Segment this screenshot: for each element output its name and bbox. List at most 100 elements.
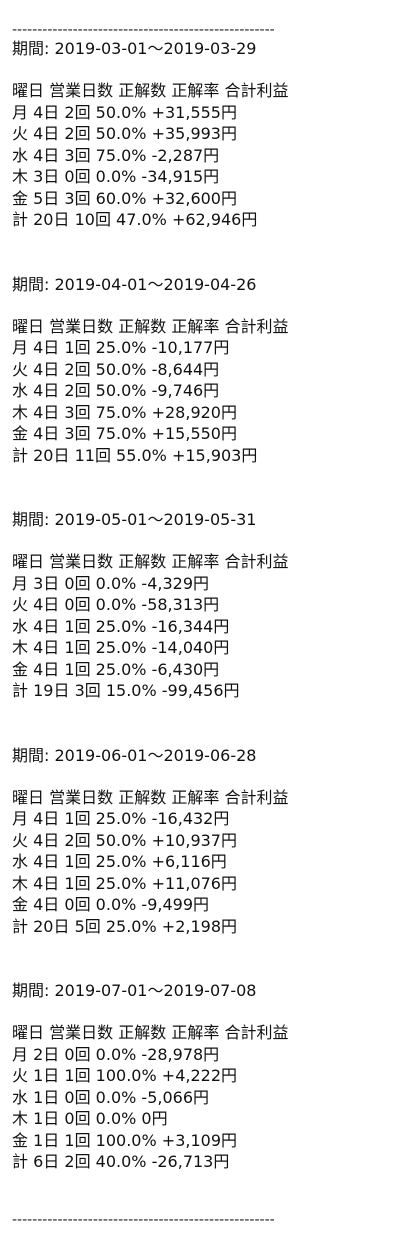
cell-hits: 2回 [64, 830, 91, 850]
cell-rate: 60.0% [95, 188, 147, 208]
header-correct: 正解数 [118, 81, 167, 100]
total-row: 計 20日 5回 25.0% +2,198円 [12, 916, 392, 938]
cell-day: 木 [12, 873, 29, 893]
cell-profit: -9,746円 [151, 381, 220, 400]
cell-profit: -26,713円 [151, 1152, 230, 1171]
cell-days: 4日 [33, 338, 60, 357]
cell-profit: -9,499円 [141, 895, 210, 914]
total-row: 計 20日 10回 47.0% +62,946円 [12, 209, 392, 231]
cell-day: 計 [12, 916, 29, 936]
separator-bottom: ----------------------------------------… [12, 1212, 275, 1228]
table-row: 水 1日 0回 0.0% -5,066円 [12, 1087, 392, 1109]
header-profit: 合計利益 [224, 81, 289, 100]
cell-days: 19日 [33, 681, 70, 700]
cell-rate: 40.0% [95, 1152, 147, 1171]
cell-profit: +31,555円 [151, 102, 237, 122]
cell-day: 月 [12, 102, 29, 122]
cell-rate: 0.0% [95, 1044, 137, 1064]
table-header: 曜日 営業日数 正解数 正解率 合計利益 [12, 1022, 392, 1044]
table-row: 火 4日 2回 50.0% +10,937円 [12, 830, 392, 852]
cell-day: 水 [12, 145, 29, 165]
header-accuracy: 正解率 [171, 552, 220, 571]
header-business-days: 営業日数 [49, 81, 114, 100]
cell-days: 4日 [33, 145, 60, 165]
cell-day: 月 [12, 338, 29, 357]
cell-hits: 1回 [64, 1130, 91, 1150]
cell-day: 金 [12, 1130, 29, 1150]
cell-rate: 25.0% [95, 873, 147, 893]
cell-profit: +4,222円 [161, 1066, 237, 1085]
table-header: 曜日 営業日数 正解数 正解率 合計利益 [12, 80, 392, 102]
cell-profit: +35,993円 [151, 124, 237, 143]
cell-profit: +6,116円 [151, 852, 227, 871]
header-day: 曜日 [12, 1023, 45, 1042]
cell-profit: -16,432円 [151, 809, 230, 828]
cell-days: 3日 [33, 167, 60, 186]
table-header: 曜日 営業日数 正解数 正解率 合計利益 [12, 551, 392, 573]
cell-hits: 0回 [64, 1109, 91, 1128]
header-accuracy: 正解率 [171, 1023, 220, 1042]
cell-rate: 0.0% [95, 1087, 137, 1107]
cell-day: 火 [12, 1066, 29, 1085]
cell-rate: 75.0% [95, 402, 147, 422]
cell-profit: -2,287円 [151, 145, 220, 165]
header-day: 曜日 [12, 81, 45, 100]
cell-days: 1日 [33, 1109, 60, 1128]
table-row: 水 4日 2回 50.0% -9,746円 [12, 380, 392, 402]
cell-days: 4日 [33, 809, 60, 828]
cell-hits: 10回 [74, 210, 111, 229]
cell-hits: 1回 [64, 852, 91, 871]
table-row: 金 4日 3回 75.0% +15,550円 [12, 423, 392, 445]
table-row: 木 1日 0回 0.0% 0円 [12, 1108, 392, 1130]
cell-hits: 2回 [64, 381, 91, 400]
cell-days: 4日 [33, 638, 60, 657]
cell-rate: 75.0% [95, 145, 147, 165]
cell-days: 20日 [33, 210, 70, 229]
cell-days: 4日 [33, 424, 60, 443]
cell-day: 金 [12, 188, 29, 208]
header-accuracy: 正解率 [171, 81, 220, 100]
period-blocks: 期間: 2019-03-01～2019-03-29 曜日 営業日数 正解数 正解率… [12, 38, 392, 1173]
table-row: 火 1日 1回 100.0% +4,222円 [12, 1065, 392, 1087]
report: ----------------------------------------… [12, 22, 392, 1173]
cell-hits: 0回 [64, 167, 91, 186]
cell-rate: 25.0% [95, 638, 147, 657]
cell-hits: 1回 [64, 873, 91, 893]
cell-rate: 25.0% [105, 916, 157, 936]
cell-hits: 1回 [64, 1066, 91, 1085]
cell-days: 4日 [33, 359, 60, 379]
cell-day: 水 [12, 616, 29, 636]
header-accuracy: 正解率 [171, 787, 220, 807]
cell-rate: 0.0% [95, 1109, 137, 1128]
total-row: 計 20日 11回 55.0% +15,903円 [12, 445, 392, 467]
header-profit: 合計利益 [224, 316, 289, 336]
period-title: 期間: 2019-05-01～2019-05-31 [12, 510, 257, 529]
cell-hits: 3回 [64, 402, 91, 422]
cell-day: 水 [12, 381, 29, 400]
cell-days: 4日 [33, 102, 60, 122]
separator-top: ----------------------------------------… [12, 22, 275, 38]
cell-hits: 3回 [64, 145, 91, 165]
cell-day: 金 [12, 424, 29, 443]
table-row: 木 4日 1回 25.0% +11,076円 [12, 873, 392, 895]
cell-profit: -5,066円 [141, 1087, 210, 1107]
header-profit: 合計利益 [224, 552, 289, 571]
cell-day: 計 [12, 445, 29, 465]
cell-hits: 3回 [64, 424, 91, 443]
cell-day: 木 [12, 638, 29, 657]
cell-profit: +11,076円 [151, 873, 237, 893]
cell-profit: +15,903円 [171, 445, 258, 465]
cell-profit: +62,946円 [171, 210, 258, 229]
cell-rate: 0.0% [95, 167, 137, 186]
table-row: 水 4日 1回 25.0% +6,116円 [12, 851, 392, 873]
cell-days: 4日 [33, 595, 60, 614]
cell-day: 金 [12, 895, 29, 914]
table-row: 月 3日 0回 0.0% -4,329円 [12, 573, 392, 595]
cell-day: 月 [12, 1044, 29, 1064]
cell-profit: -4,329円 [141, 573, 210, 593]
cell-days: 5日 [33, 188, 60, 208]
cell-profit: +15,550円 [151, 424, 237, 443]
cell-day: 水 [12, 1087, 29, 1107]
cell-profit: +32,600円 [151, 188, 237, 208]
period-title: 期間: 2019-06-01～2019-06-28 [12, 745, 257, 765]
